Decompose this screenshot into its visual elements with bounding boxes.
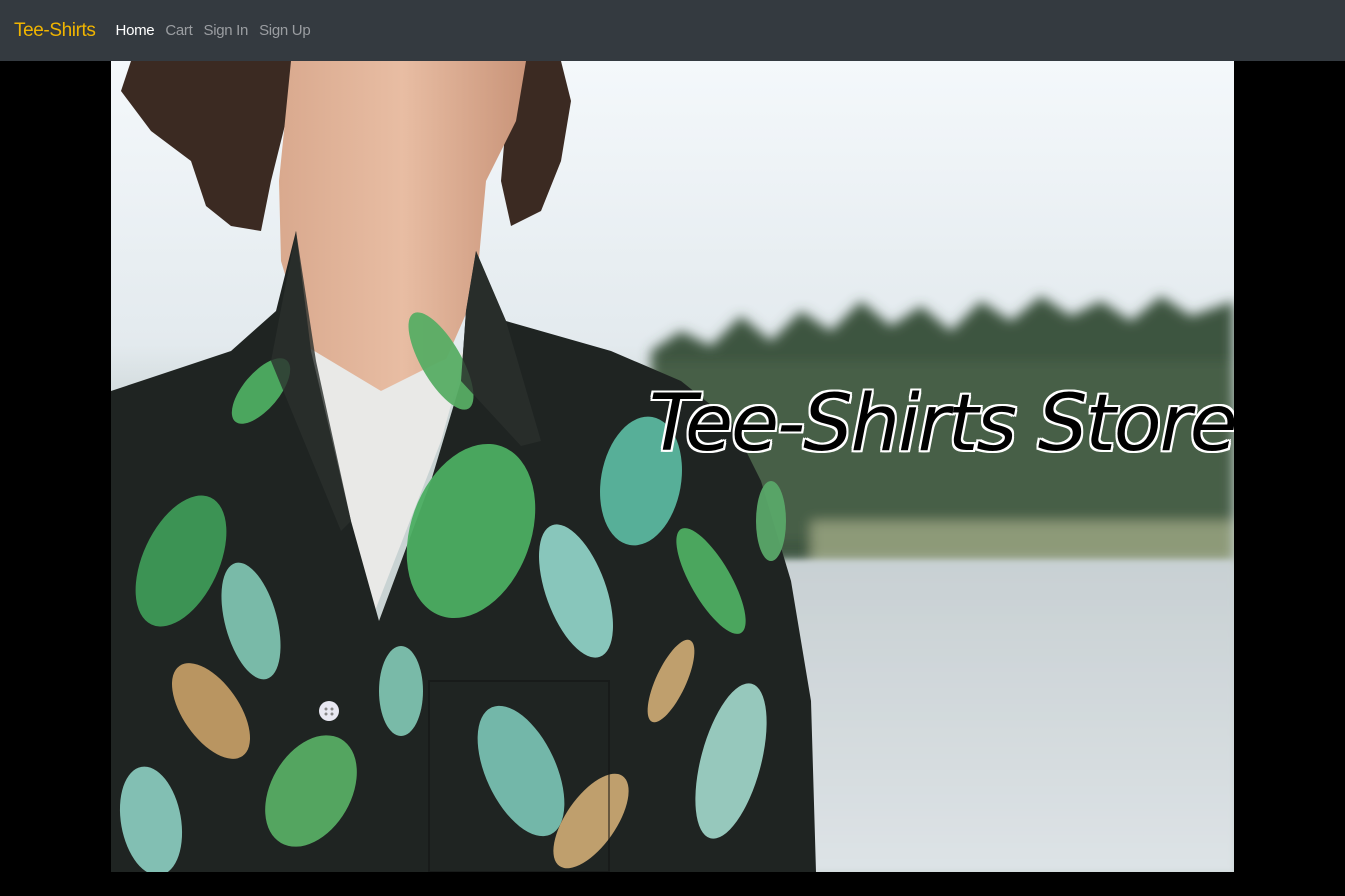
nav-home-link[interactable]: Home <box>116 22 155 39</box>
hero-banner: Tee-Shirts Store <box>111 61 1234 872</box>
nav-sign-up-link[interactable]: Sign Up <box>259 22 311 39</box>
nav-sign-in-link[interactable]: Sign In <box>203 22 248 39</box>
hero-title: Tee-Shirts Store <box>649 379 1234 469</box>
brand-link[interactable]: Tee-Shirts <box>14 20 96 42</box>
nav-cart-link[interactable]: Cart <box>165 22 192 39</box>
top-navbar: Tee-Shirts Home Cart Sign In Sign Up <box>0 0 1345 61</box>
